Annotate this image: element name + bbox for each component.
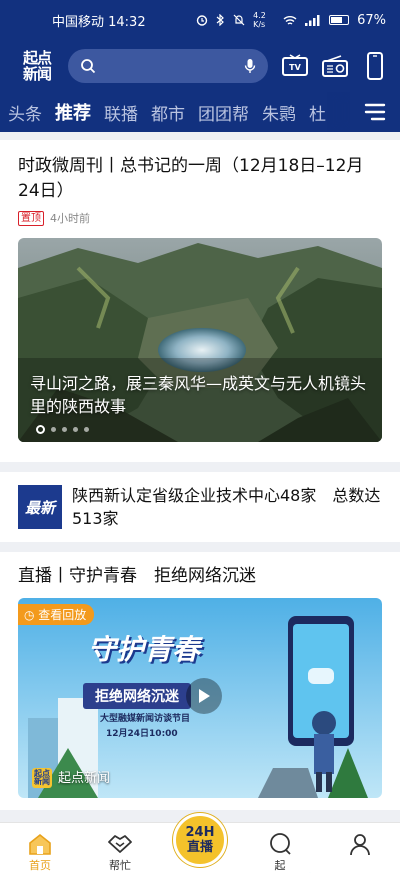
live-24h-line1: 24H xyxy=(185,825,215,840)
carousel-dot[interactable] xyxy=(36,425,45,434)
app-header: 起点 新闻 TV xyxy=(0,40,400,92)
nav-help-label: 帮忙 xyxy=(109,859,131,872)
microphone-icon[interactable] xyxy=(244,58,256,74)
channel-tabs: 头条 推荐 联播 都市 团团帮 朱鹮 杜 xyxy=(0,92,400,132)
live-title[interactable]: 直播丨守护青春 拒绝网络沉迷 xyxy=(18,562,382,590)
carousel-dot[interactable] xyxy=(84,427,89,432)
handshake-icon xyxy=(107,831,133,857)
nav-qidian-label: 起 xyxy=(274,859,286,872)
tab-headline[interactable]: 头条 xyxy=(8,100,42,125)
tab-recommend[interactable]: 推荐 xyxy=(55,99,91,125)
system-icons: 4.2 K/s 67% xyxy=(196,11,386,29)
home-icon xyxy=(27,831,53,857)
tab-city[interactable]: 都市 xyxy=(151,100,185,125)
carrier-time: 中国移动 14:32 xyxy=(52,14,146,30)
battery-percent: 67% xyxy=(357,12,386,28)
poster-subheadline: 拒绝网络沉迷 xyxy=(83,683,191,709)
phone-icon[interactable] xyxy=(360,51,390,81)
pinned-news-card[interactable]: 时政微周刊丨总书记的一周（12月18日–12月24日） 置顶 4小时前 寻山河之… xyxy=(0,140,400,462)
latest-badge: 最新 xyxy=(18,485,62,529)
slide-caption[interactable]: 寻山河之路，展三秦风华—成英文与无人机镜头里的陕西故事 xyxy=(30,372,366,418)
carousel-dot[interactable] xyxy=(51,427,56,432)
bottom-navigation: 首页 帮忙 24H 直播 起 谷普软件园 xyxy=(0,813,400,888)
status-bar: 中国移动 14:32 4.2 K/s 67% xyxy=(0,0,400,40)
poster-description: 大型融媒新闻访谈节目 xyxy=(100,714,191,724)
news-time: 4小时前 xyxy=(50,212,90,225)
poster-headline: 守护青春 xyxy=(88,633,201,666)
watermark-text: 谷普软件园 xyxy=(292,859,393,884)
news-title[interactable]: 时政微周刊丨总书记的一周（12月18日–12月24日） xyxy=(18,154,382,204)
nav-live-24h[interactable]: 24H 直播 xyxy=(160,813,240,888)
live-24h-badge: 24H 直播 xyxy=(173,813,227,867)
brand-name: 起点新闻 xyxy=(58,771,111,786)
signal-icon xyxy=(305,14,320,26)
play-button[interactable] xyxy=(186,678,222,714)
latest-news-card[interactable]: 最新 陕西新认定省级企业技术中心48家 总数达513家 xyxy=(0,472,400,542)
wifi-icon xyxy=(283,15,297,25)
latest-news-text[interactable]: 陕西新认定省级企业技术中心48家 总数达513家 xyxy=(72,484,382,530)
tab-partial[interactable]: 杜 xyxy=(309,100,326,125)
replay-tag[interactable]: ◷ 查看回放 xyxy=(18,604,95,625)
pinned-badge: 置顶 xyxy=(18,210,44,226)
logo-bottom: 新闻 xyxy=(22,65,52,83)
tabs-menu-button[interactable] xyxy=(350,92,400,132)
replay-icon: ◷ xyxy=(24,608,39,622)
carousel-dot[interactable] xyxy=(73,427,78,432)
svg-text:TV: TV xyxy=(289,63,301,72)
nav-home[interactable]: 首页 xyxy=(0,823,80,888)
tab-crested-ibis[interactable]: 朱鹮 xyxy=(262,100,296,125)
chat-icon xyxy=(267,831,293,857)
live-24h-line2: 直播 xyxy=(186,840,213,855)
news-meta: 置顶 4小时前 xyxy=(18,210,382,226)
logo-top: 起点 xyxy=(22,49,52,67)
banner-slide[interactable]: 寻山河之路，展三秦风华—成英文与无人机镜头里的陕西故事 xyxy=(18,238,382,442)
live-card[interactable]: 直播丨守护青春 拒绝网络沉迷 ◷ 查看回放 守护青春 拒绝网络沉迷 大型融媒新闻… xyxy=(0,552,400,810)
tab-tuantuanbang[interactable]: 团团帮 xyxy=(198,100,249,125)
search-input[interactable] xyxy=(68,49,268,83)
tv-icon[interactable]: TV xyxy=(280,51,310,81)
app-logo[interactable]: 起点 新闻 xyxy=(14,48,60,84)
net-speed: 4.2 K/s xyxy=(253,11,266,29)
mute-icon xyxy=(233,14,245,26)
bluetooth-icon xyxy=(216,14,224,26)
carousel-dots[interactable] xyxy=(36,425,89,434)
nav-help[interactable]: 帮忙 xyxy=(80,823,160,888)
menu-icon xyxy=(364,103,386,121)
replay-label: 查看回放 xyxy=(38,608,87,622)
brand-logo: 起点新闻 xyxy=(32,768,52,788)
battery-icon xyxy=(329,15,350,25)
user-icon xyxy=(347,831,373,857)
nav-home-label: 首页 xyxy=(29,859,51,872)
poster-date: 12月24日10:00 xyxy=(106,729,178,739)
search-icon xyxy=(81,59,96,74)
play-icon xyxy=(199,689,210,703)
alarm-icon xyxy=(196,15,208,26)
radio-icon[interactable] xyxy=(320,51,350,81)
tab-broadcast[interactable]: 联播 xyxy=(104,100,138,125)
carousel-dot[interactable] xyxy=(62,427,67,432)
live-poster[interactable]: ◷ 查看回放 守护青春 拒绝网络沉迷 大型融媒新闻访谈节目 12月24日10:0… xyxy=(18,598,382,798)
